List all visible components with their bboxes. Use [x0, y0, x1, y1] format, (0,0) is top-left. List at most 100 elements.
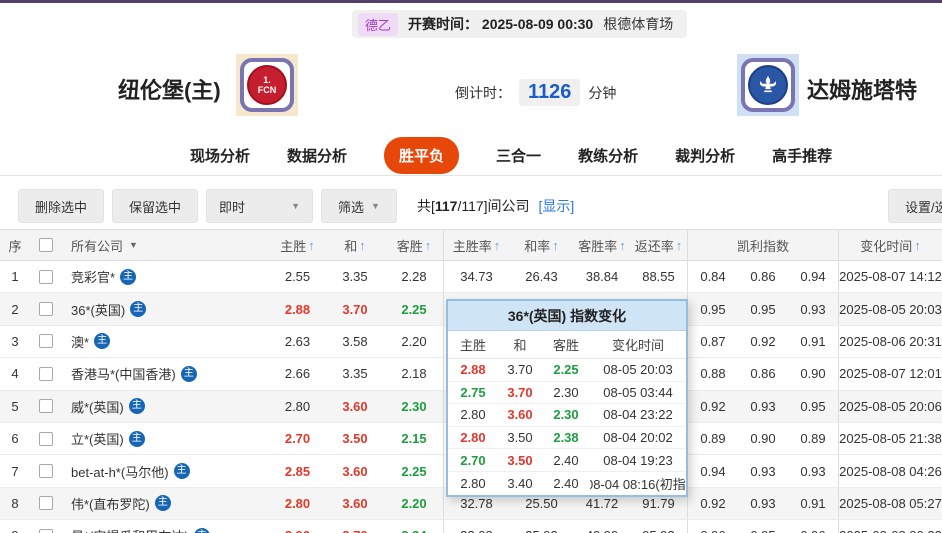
odds-draw: 3.35: [342, 366, 368, 382]
row-checkbox-cell: [30, 358, 62, 389]
tab-expert-recommend[interactable]: 高手推荐: [772, 145, 832, 166]
kelly-away: 0.96: [788, 520, 838, 533]
odds-draw: 3.50: [342, 431, 368, 447]
company-cell[interactable]: 竞彩官* 主: [62, 261, 270, 292]
table-header: 序 所有公司 ▼ 主胜 ↑ 和 ↑ 客胜 ↑ 主胜率 ↑ 和率 ↑ 客胜率 ↑ 返还率 ↑ 凯…: [0, 229, 942, 261]
company-cell[interactable]: 香港马*(中国香港) 主: [62, 358, 270, 389]
company-name: 威*(英国): [71, 399, 124, 415]
change-time: 2025-08-06 20:31: [838, 325, 942, 358]
rate-return: 88.55: [642, 269, 675, 285]
table-row[interactable]: 9 易*(安提瓜和巴布达) 主 2.90 3.70 2.34 33.08 25.…: [0, 520, 942, 533]
popup-change-time: 08-05 03:44: [603, 384, 673, 400]
row-number: 4: [11, 366, 19, 382]
popup-odds-home: 2.80: [460, 407, 486, 423]
odds-home: 2.85: [284, 463, 311, 479]
chevron-down-icon: ▼: [129, 240, 138, 250]
popup-change-time: 08-04 08:16(初指): [590, 476, 686, 492]
select-all-checkbox[interactable]: [39, 238, 53, 252]
kelly-draw: 0.93: [750, 495, 776, 511]
popup-odds-home: 2.80: [460, 475, 486, 491]
row-checkbox[interactable]: [39, 334, 53, 349]
header-company[interactable]: 所有公司 ▼: [62, 230, 270, 260]
kelly-away: 0.89: [800, 431, 826, 447]
company-cell[interactable]: 伟*(直布罗陀) 主: [62, 488, 270, 519]
header-draw-rate[interactable]: 和率 ↑: [509, 230, 574, 260]
odds-draw: 3.60: [342, 463, 368, 479]
row-checkbox[interactable]: [39, 399, 53, 414]
rate-draw: 26.43: [525, 269, 558, 285]
tab-three-in-one[interactable]: 三合一: [496, 145, 541, 166]
row-number: 1: [11, 269, 19, 285]
rate-away: 38.84: [585, 269, 619, 285]
tab-coach-analysis[interactable]: 教练分析: [578, 145, 638, 166]
row-checkbox[interactable]: [39, 302, 53, 317]
tab-referee-analysis[interactable]: 裁判分析: [675, 145, 735, 166]
header-change-time[interactable]: 变化时间 ↑: [838, 230, 942, 260]
sort-up-icon: ↑: [675, 237, 683, 253]
row-checkbox-cell: [30, 326, 62, 357]
tab-win-draw-lose[interactable]: 胜平负: [384, 136, 460, 174]
popup-header-time: 变化时间: [611, 338, 664, 353]
toolbar: 删除选中 保留选中 即时 ▼ 筛选 ▼ 共[117/117]间公司 [显示] 设…: [0, 181, 942, 227]
company-cell[interactable]: 36*(英国) 主: [62, 293, 270, 324]
home-badge-icon: 主: [128, 430, 145, 447]
away-crest-icon: [748, 65, 788, 105]
kelly-home: 0.92: [687, 487, 738, 520]
row-checkbox[interactable]: [39, 496, 53, 511]
popup-header-draw: 和: [513, 338, 527, 353]
company-cell[interactable]: 澳* 主: [62, 326, 270, 357]
header-away-odds[interactable]: 客胜 ↑: [385, 230, 443, 260]
popup-row: 2.70 3.50 2.40 08-04 19:23: [448, 449, 686, 472]
header-away-rate[interactable]: 客胜率 ↑: [574, 230, 630, 260]
change-time: 2025-08-08 04:26: [838, 455, 942, 487]
home-badge-icon: 主: [180, 365, 197, 382]
kelly-draw: 0.90: [750, 431, 776, 447]
chevron-down-icon: ▼: [371, 201, 380, 211]
kelly-draw: 0.92: [750, 333, 776, 349]
keep-selected-button[interactable]: 保留选中: [112, 189, 199, 223]
row-checkbox[interactable]: [39, 366, 53, 381]
kelly-home: 0.89: [687, 422, 738, 455]
countdown-label: 倒计时：: [455, 84, 511, 101]
header-kelly: 凯利指数: [687, 230, 838, 260]
delete-selected-button[interactable]: 删除选中: [18, 189, 105, 223]
header-draw-odds[interactable]: 和 ↑: [325, 230, 385, 260]
tab-data-analysis[interactable]: 数据分析: [287, 145, 347, 166]
row-checkbox-cell: [30, 455, 62, 486]
table-row[interactable]: 1 竞彩官* 主 2.55 3.35 2.28 34.73 26.43 38.8…: [0, 261, 942, 294]
odds-draw: 3.70: [342, 301, 368, 317]
header-return-rate[interactable]: 返还率 ↑: [630, 230, 687, 260]
odds-away: 2.25: [401, 463, 427, 479]
company-cell[interactable]: 威*(英国) 主: [62, 391, 270, 422]
instant-dropdown[interactable]: 即时 ▼: [206, 189, 314, 223]
row-checkbox[interactable]: [39, 431, 53, 446]
odds-comparison-page: 德乙 开赛时间： 2025-08-09 00:30 根德体育场 纽伦堡(主) 1…: [0, 0, 942, 533]
row-checkbox-cell: [30, 488, 62, 519]
company-cell[interactable]: bet-at-h*(马尔他) 主: [62, 455, 270, 486]
countdown: 倒计时： 1126 分钟: [455, 79, 616, 106]
chevron-down-icon: ▼: [291, 201, 301, 211]
tab-live-analysis[interactable]: 现场分析: [190, 145, 250, 166]
odds-away: 2.20: [401, 333, 427, 349]
company-cell[interactable]: 易*(安提瓜和巴布达) 主: [62, 520, 270, 533]
popup-odds-draw: 3.50: [507, 452, 533, 468]
row-checkbox[interactable]: [39, 269, 53, 284]
home-badge-icon: 主: [193, 527, 210, 533]
row-checkbox[interactable]: [39, 464, 53, 479]
settings-select-button[interactable]: 设置/选择: [888, 189, 942, 223]
odds-home: 2.66: [284, 366, 311, 382]
row-number: 5: [11, 398, 19, 414]
header-home-odds[interactable]: 主胜 ↑: [270, 230, 325, 260]
company-cell[interactable]: 立*(英国) 主: [62, 423, 270, 454]
odds-away: 2.28: [401, 269, 427, 285]
odds-draw: 3.60: [342, 398, 368, 414]
row-number: 8: [11, 495, 19, 511]
popup-row: 2.80 3.40 2.40 08-04 08:16(初指): [448, 472, 686, 495]
match-info-bar: 德乙 开赛时间： 2025-08-09 00:30 根德体育场: [352, 10, 688, 38]
row-checkbox[interactable]: [39, 528, 53, 533]
company-count: 共[117/117]间公司 [显示]: [416, 198, 575, 214]
show-link[interactable]: [显示]: [538, 198, 574, 214]
filter-dropdown[interactable]: 筛选 ▼: [321, 189, 397, 223]
header-home-rate[interactable]: 主胜率 ↑: [443, 230, 509, 260]
popup-odds-home: 2.70: [460, 452, 486, 468]
